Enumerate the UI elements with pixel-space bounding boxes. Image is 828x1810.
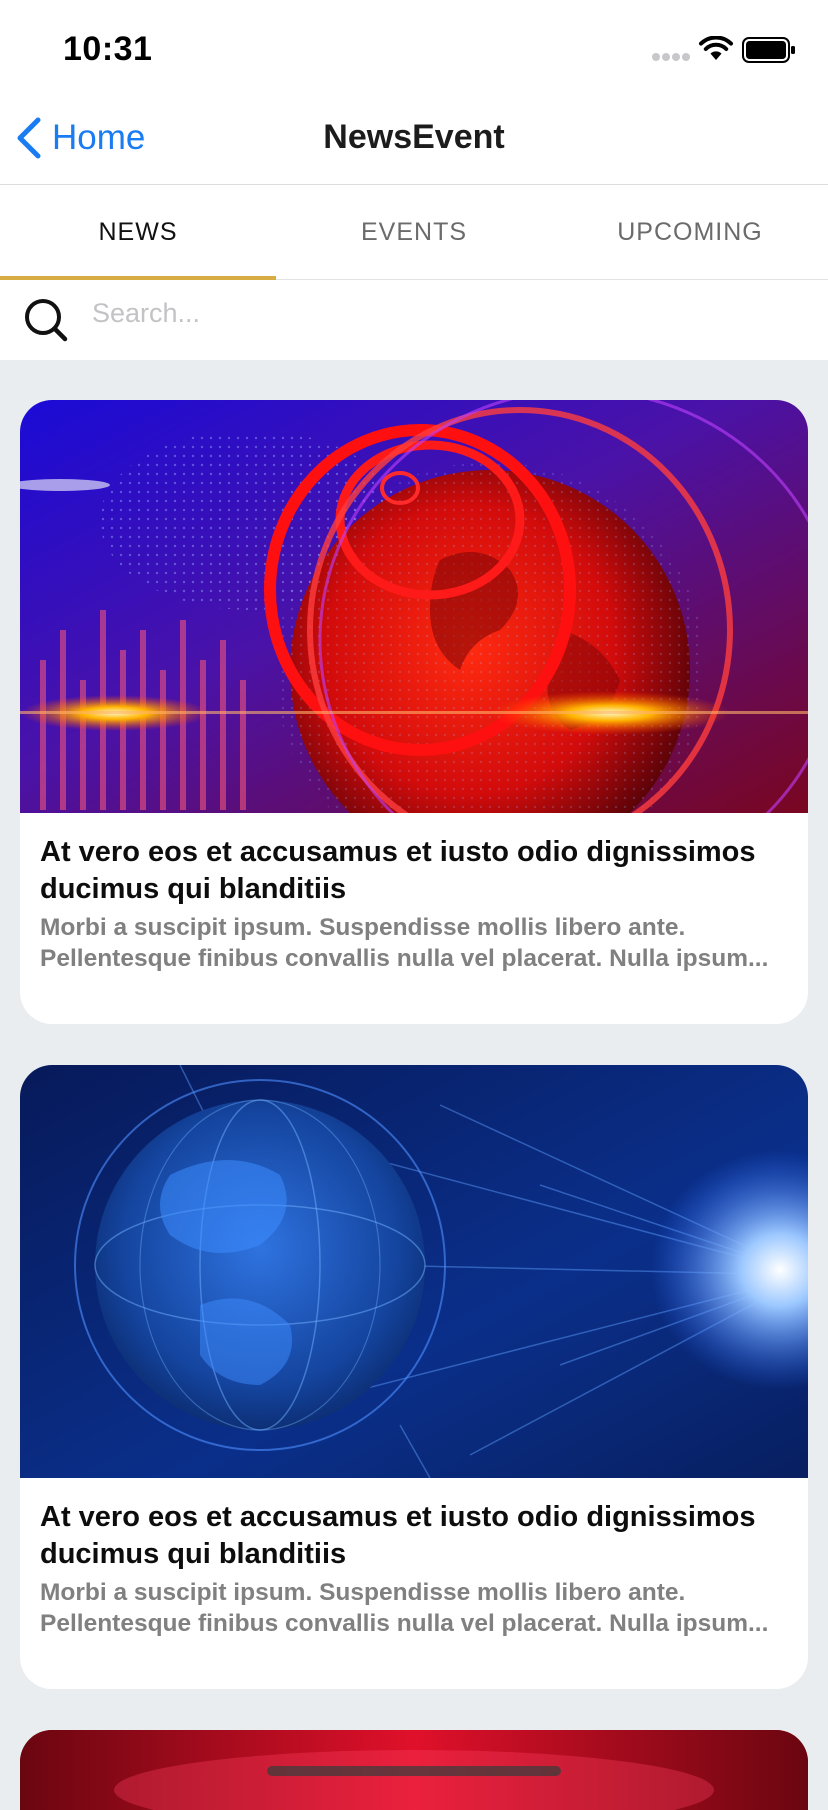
news-card[interactable]: At vero eos et accusamus et iusto odio d… [20, 1065, 808, 1689]
tab-upcoming[interactable]: UPCOMING [552, 185, 828, 279]
status-time: 10:31 [63, 30, 153, 68]
news-feed: At vero eos et accusamus et iusto odio d… [20, 400, 808, 1730]
status-bar: 10:31 [0, 0, 828, 88]
wifi-icon [699, 36, 733, 60]
article-title: At vero eos et accusamus et iusto odio d… [40, 1501, 756, 1570]
tab-bar: NEWS EVENTS UPCOMING [0, 185, 828, 280]
article-image-blue-globe [20, 1065, 808, 1478]
navigation-bar: Home NewsEvent [0, 88, 828, 185]
news-card[interactable]: At vero eos et accusamus et iusto odio d… [20, 400, 808, 1024]
page-title: NewsEvent [323, 118, 505, 156]
tab-events[interactable]: EVENTS [276, 185, 552, 279]
battery-icon [742, 37, 795, 63]
search-input[interactable] [90, 292, 794, 334]
search-icon [25, 299, 68, 342]
article-summary: Morbi a suscipit ipsum. Suspendisse moll… [40, 1579, 769, 1637]
tab-news[interactable]: NEWS [0, 185, 276, 279]
article-image-red-globe [20, 400, 808, 813]
home-indicator[interactable] [267, 1766, 561, 1776]
search-bar [0, 280, 828, 360]
signal-dots-icon [652, 53, 690, 61]
article-title: At vero eos et accusamus et iusto odio d… [40, 836, 756, 905]
article-summary: Morbi a suscipit ipsum. Suspendisse moll… [40, 914, 769, 972]
